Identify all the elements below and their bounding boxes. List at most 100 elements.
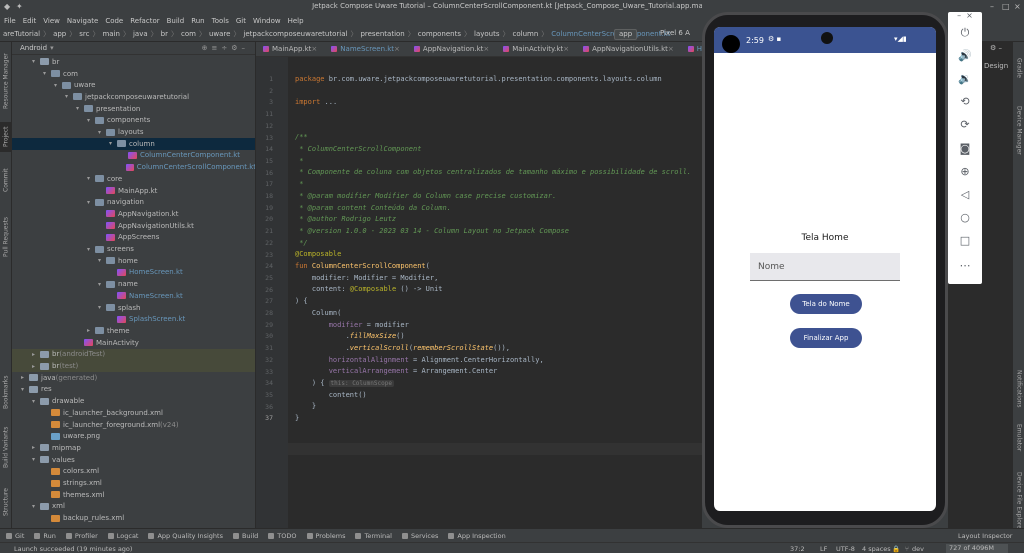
home-icon[interactable]: ○ bbox=[955, 211, 975, 224]
tool-window-pull-requests[interactable]: Pull Requests bbox=[0, 207, 12, 267]
editor-tab[interactable]: MainApp.kt × bbox=[256, 42, 324, 56]
tree-item[interactable]: ▸ br (test) bbox=[12, 360, 255, 372]
breadcrumb-item[interactable]: jetpackcomposeuwaretutorial bbox=[243, 30, 347, 38]
project-view-select[interactable]: Android bbox=[20, 44, 47, 52]
chevron-icon[interactable]: ▾ bbox=[76, 105, 84, 112]
tree-item[interactable]: themes.xml bbox=[12, 489, 255, 501]
tree-item[interactable]: HomeScreen.kt bbox=[12, 267, 255, 279]
editor-tab[interactable]: AppNavigation.kt × bbox=[407, 42, 496, 56]
minimize-icon[interactable]: – bbox=[990, 2, 994, 11]
editor-tab[interactable]: NameScreen.kt × bbox=[324, 42, 407, 56]
tree-item[interactable]: ic_launcher_foreground.xml (v24) bbox=[12, 419, 255, 431]
chevron-icon[interactable]: ▾ bbox=[32, 456, 40, 463]
tree-item[interactable]: ic_launcher_background.xml bbox=[12, 407, 255, 419]
tree-item[interactable]: ColumnCenterScrollComponent.kt bbox=[12, 161, 255, 173]
chevron-icon[interactable]: ▾ bbox=[87, 199, 95, 206]
code-editor[interactable]: 1 2 3 11 12 13 14 15 16 17 18 19 20 21 22 23 24 25 26 27 28 2… bbox=[256, 57, 702, 528]
tool-window-build-variants[interactable]: Build Variants bbox=[0, 422, 12, 472]
breadcrumb-item[interactable]: ColumnCenterScrollComponent.kt bbox=[551, 30, 670, 38]
tab-close-icon[interactable]: × bbox=[394, 45, 400, 53]
menu-code[interactable]: Code bbox=[105, 17, 123, 25]
tree-item[interactable]: MainActivity bbox=[12, 337, 255, 349]
breadcrumb-item[interactable]: java bbox=[133, 30, 148, 38]
close-icon[interactable]: × bbox=[1014, 2, 1021, 11]
chevron-icon[interactable]: ▾ bbox=[87, 117, 95, 124]
tab-close-icon[interactable]: × bbox=[563, 45, 569, 53]
menu-git[interactable]: Git bbox=[236, 17, 246, 25]
menu-view[interactable]: View bbox=[43, 17, 60, 25]
tool-tab-app-inspection[interactable]: App Inspection bbox=[448, 532, 506, 540]
chevron-icon[interactable]: ▾ bbox=[32, 58, 40, 65]
tree-item[interactable]: ▾ name bbox=[12, 278, 255, 290]
lock-icon[interactable]: 🔒 bbox=[892, 545, 900, 553]
chevron-icon[interactable]: ▸ bbox=[32, 444, 40, 451]
tree-item[interactable]: SplashScreen.kt bbox=[12, 313, 255, 325]
breadcrumb-item[interactable]: uware bbox=[209, 30, 230, 38]
tree-item[interactable]: colors.xml bbox=[12, 466, 255, 478]
chevron-icon[interactable]: ▾ bbox=[87, 175, 95, 182]
tree-item[interactable]: ▾ column bbox=[12, 137, 255, 150]
tool-window-bookmarks[interactable]: Bookmarks bbox=[0, 372, 12, 412]
breadcrumb-item[interactable]: layouts bbox=[474, 30, 500, 38]
tool-tab-logcat[interactable]: Logcat bbox=[107, 532, 138, 540]
breadcrumb-item[interactable]: src bbox=[79, 30, 89, 38]
project-tools-icon[interactable]: ⊕≡÷⚙– bbox=[202, 44, 249, 52]
tree-item[interactable]: strings.xml bbox=[12, 477, 255, 489]
tree-item[interactable]: ▾ navigation bbox=[12, 196, 255, 208]
tool-window-gradle[interactable]: Gradle bbox=[1013, 48, 1024, 88]
editor-tab[interactable]: MainActivity.kt × bbox=[496, 42, 576, 56]
tree-item[interactable]: ▾ splash bbox=[12, 302, 255, 314]
window-controls-icon[interactable]: – × bbox=[955, 11, 975, 20]
tree-item[interactable]: ▾ core bbox=[12, 173, 255, 185]
maximize-icon[interactable]: □ bbox=[1002, 2, 1010, 11]
menu-build[interactable]: Build bbox=[167, 17, 185, 25]
chevron-icon[interactable]: ▾ bbox=[109, 140, 117, 147]
breadcrumb-item[interactable]: areTutorial bbox=[3, 30, 40, 38]
tool-tab-build[interactable]: Build bbox=[232, 532, 258, 540]
line-separator[interactable]: LF bbox=[820, 545, 827, 553]
file-encoding[interactable]: UTF-8 bbox=[836, 545, 855, 553]
tree-item[interactable]: ▾ br bbox=[12, 56, 255, 68]
tool-tab-services[interactable]: Services bbox=[401, 532, 438, 540]
chevron-icon[interactable]: ▸ bbox=[32, 363, 40, 370]
tool-window-structure[interactable]: Structure bbox=[0, 482, 12, 522]
breadcrumb-item[interactable]: column bbox=[513, 30, 539, 38]
tree-item[interactable]: ▾ presentation bbox=[12, 103, 255, 115]
tool-window-resource-manager[interactable]: Resource Manager bbox=[0, 46, 12, 116]
tool-tab-app-quality-insights[interactable]: App Quality Insights bbox=[148, 532, 223, 540]
tree-item[interactable]: ▾ com bbox=[12, 68, 255, 80]
back-icon[interactable]: ◁ bbox=[955, 188, 975, 201]
tool-tab-problems[interactable]: Problems bbox=[306, 532, 345, 540]
tree-item[interactable]: ▾ uware bbox=[12, 79, 255, 91]
breadcrumb-item[interactable]: presentation bbox=[360, 30, 404, 38]
breadcrumb-item[interactable]: components bbox=[418, 30, 461, 38]
tool-window-device-manager[interactable]: Device Manager bbox=[1013, 90, 1024, 170]
tool-window-emulator[interactable]: Emulator bbox=[1013, 418, 1024, 458]
zoom-icon[interactable]: ⊕ bbox=[955, 165, 975, 178]
chevron-icon[interactable]: ▾ bbox=[21, 386, 29, 393]
tool-tab-todo[interactable]: TODO bbox=[268, 532, 297, 540]
cursor-position[interactable]: 37:2 bbox=[790, 545, 805, 553]
tree-item[interactable]: ▾ values bbox=[12, 454, 255, 466]
tree-item[interactable]: ▾ drawable bbox=[12, 395, 255, 407]
breadcrumb-item[interactable]: main bbox=[102, 30, 120, 38]
chevron-icon[interactable]: ▾ bbox=[98, 257, 106, 264]
more-icon[interactable]: ⋯ bbox=[955, 259, 975, 272]
indent-setting[interactable]: 4 spaces bbox=[862, 545, 891, 553]
chevron-icon[interactable]: ▸ bbox=[87, 327, 95, 334]
tool-tab-run[interactable]: Run bbox=[34, 532, 56, 540]
chevron-icon[interactable]: ▸ bbox=[21, 374, 29, 381]
tree-item[interactable]: ▾ layouts bbox=[12, 126, 255, 138]
chevron-icon[interactable]: ▾ bbox=[98, 304, 106, 311]
chevron-icon[interactable]: ▾ bbox=[87, 246, 95, 253]
tree-item[interactable]: ColumnCenterComponent.kt bbox=[12, 150, 255, 162]
layout-inspector-tab[interactable]: Layout Inspector bbox=[958, 532, 1012, 540]
menu-edit[interactable]: Edit bbox=[23, 17, 37, 25]
volume-up-icon[interactable]: 🔊 bbox=[955, 49, 975, 62]
editor-tab[interactable]: HomeScre bbox=[681, 42, 702, 56]
power-icon[interactable]: ⏻ bbox=[955, 26, 975, 40]
run-config-select[interactable]: app bbox=[614, 29, 638, 40]
tree-item[interactable]: ▾ xml bbox=[12, 501, 255, 513]
chevron-icon[interactable]: ▾ bbox=[98, 129, 106, 136]
tree-item[interactable]: NameScreen.kt bbox=[12, 290, 255, 302]
